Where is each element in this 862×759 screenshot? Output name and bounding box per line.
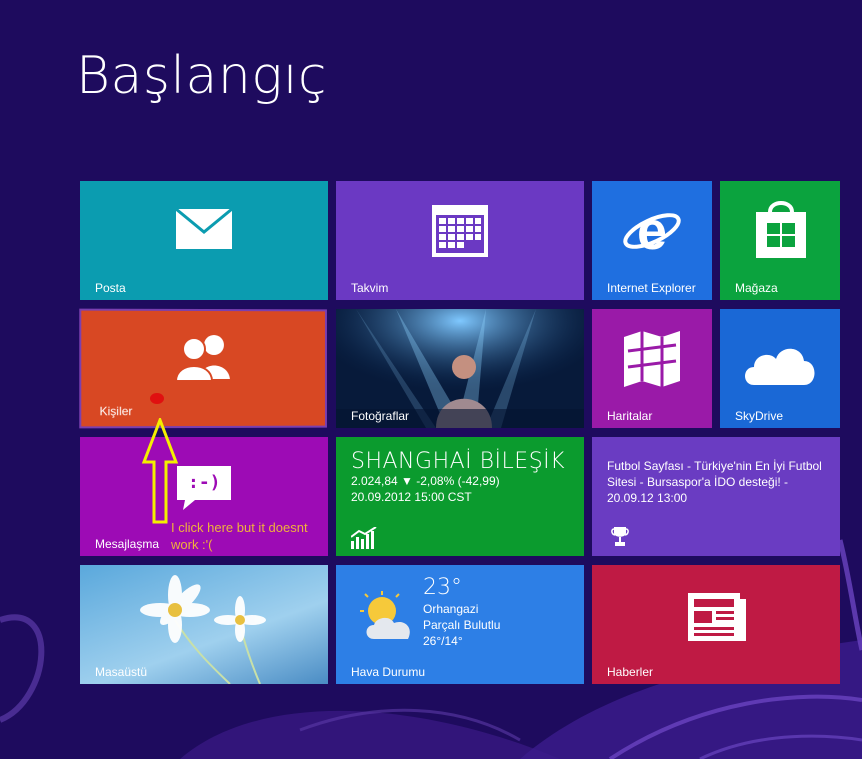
finance-title: SHANGHAİ BİLEŞİK — [351, 449, 566, 474]
ie-icon: e — [623, 203, 681, 259]
tile-label: Mağaza — [735, 281, 778, 295]
sports-headline: Futbol Sayfası - Türkiye'nin En İyi Futb… — [607, 459, 822, 505]
store-icon — [756, 201, 806, 258]
tile-label: Fotoğraflar — [351, 409, 410, 423]
trophy-icon — [611, 527, 629, 546]
click-marker — [150, 393, 164, 404]
emoticon-text: :-) — [188, 472, 221, 493]
tile-masaustu[interactable]: Masaüstü — [80, 565, 328, 684]
tile-label: Kişiler — [99, 404, 133, 419]
chart-icon — [351, 527, 377, 549]
tile-magaza[interactable]: Mağaza — [720, 181, 840, 300]
tile-label: Mesajlaşma — [95, 537, 160, 551]
tile-label: Masaüstü — [95, 665, 148, 679]
tile-internet-explorer[interactable]: e Internet Explorer — [592, 181, 712, 300]
weather-temperature: 23° — [423, 575, 462, 600]
people-icon — [174, 335, 231, 382]
cloud-icon — [745, 348, 815, 385]
annotation-line1: I click here but it doesnt — [171, 520, 308, 535]
tile-haberler[interactable]: Haberler — [592, 565, 840, 684]
tile-label: Haberler — [607, 665, 654, 679]
svg-text:e: e — [637, 203, 667, 259]
tile-hava-durumu[interactable]: 23° Orhangazi Parçalı Bulutlu 26°/14° Ha… — [336, 565, 584, 684]
maps-icon — [624, 331, 680, 387]
tile-label: Takvim — [351, 281, 389, 295]
tile-takvim[interactable]: Takvim — [336, 181, 584, 300]
tile-skydrive[interactable]: SkyDrive — [720, 309, 840, 428]
tile-label: Internet Explorer — [607, 281, 696, 295]
tile-kisiler[interactable]: Kişiler — [79, 308, 327, 429]
tile-label: Posta — [95, 281, 126, 295]
tile-label: Hava Durumu — [351, 665, 426, 679]
annotation-note: I click here but it doesnt work :'( — [171, 519, 331, 553]
tile-label: SkyDrive — [735, 409, 784, 423]
mail-icon — [175, 208, 233, 249]
weather-icon — [360, 591, 410, 639]
tile-label: Haritalar — [607, 409, 653, 423]
tile-fotograflar[interactable]: Fotoğraflar — [336, 309, 584, 428]
tile-finans[interactable]: SHANGHAİ BİLEŞİK 2.024,84 ▼ -2,08% (-42,… — [336, 437, 584, 556]
page-title: Başlangıç — [76, 46, 328, 106]
weather-range: 26°/14° — [423, 634, 463, 648]
tile-haritalar[interactable]: Haritalar — [592, 309, 712, 428]
tile-spor[interactable]: Futbol Sayfası - Türkiye'nin En İyi Futb… — [592, 437, 840, 556]
annotation-arrow — [141, 418, 179, 524]
calendar-icon — [432, 205, 488, 257]
finance-date: 20.09.2012 15:00 CST — [351, 490, 472, 504]
weather-city: Orhangazi — [423, 602, 479, 616]
tile-posta[interactable]: Posta — [80, 181, 328, 300]
weather-condition: Parçalı Bulutlu — [423, 618, 501, 632]
news-icon — [688, 593, 746, 641]
annotation-line2: work :'( — [171, 537, 213, 552]
finance-value: 2.024,84 ▼ -2,08% (-42,99) — [351, 474, 500, 488]
